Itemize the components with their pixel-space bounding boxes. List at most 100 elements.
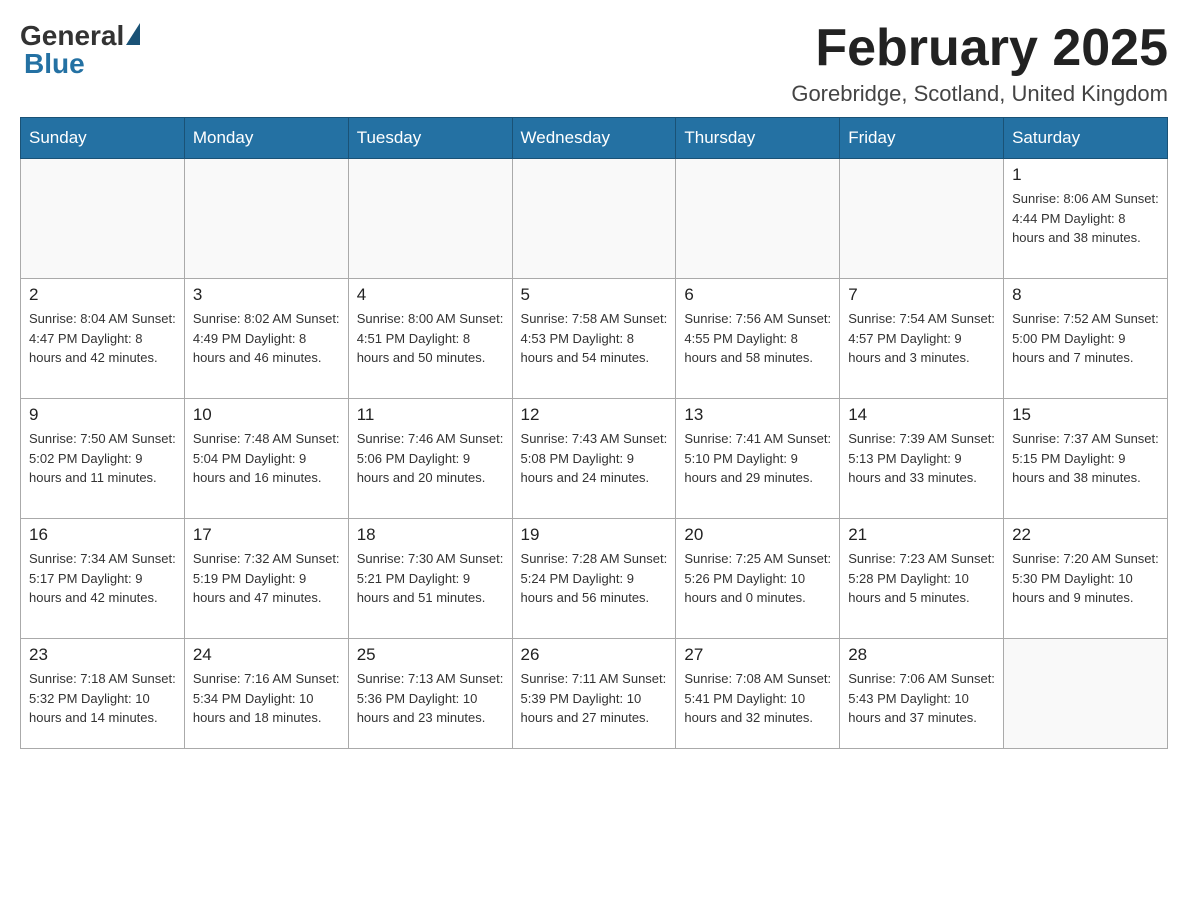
calendar-cell: 4Sunrise: 8:00 AM Sunset: 4:51 PM Daylig… [348,279,512,399]
day-number: 10 [193,405,340,425]
day-number: 20 [684,525,831,545]
weekday-header-thursday: Thursday [676,118,840,159]
day-info: Sunrise: 7:54 AM Sunset: 4:57 PM Dayligh… [848,309,995,368]
calendar-cell: 11 Sunrise: 7:46 AM Sunset: 5:06 PM Dayli… [348,399,512,519]
day-info: Sunrise: 7:20 AM Sunset: 5:30 PM Dayligh… [1012,549,1159,608]
calendar-cell [676,159,840,279]
month-title: February 2025 [791,20,1168,77]
day-number: 8 [1012,285,1159,305]
day-number: 1 [1012,165,1159,185]
day-info: Sunrise: 7:08 AM Sunset: 5:41 PM Dayligh… [684,669,831,728]
day-number: 26 [521,645,668,665]
day-info: Sunrise: 7:13 AM Sunset: 5:36 PM Dayligh… [357,669,504,728]
calendar-cell [512,159,676,279]
day-info: Sunrise: 7:28 AM Sunset: 5:24 PM Dayligh… [521,549,668,608]
calendar-cell: 6Sunrise: 7:56 AM Sunset: 4:55 PM Daylig… [676,279,840,399]
calendar-cell: 24Sunrise: 7:16 AM Sunset: 5:34 PM Dayli… [184,639,348,749]
day-number: 9 [29,405,176,425]
day-number: 12 [521,405,668,425]
page-header: General Blue February 2025 Gorebridge, S… [20,20,1168,107]
day-info: Sunrise: 7:39 AM Sunset: 5:13 PM Dayligh… [848,429,995,488]
logo-blue-text: Blue [20,48,85,80]
calendar-cell: 27 Sunrise: 7:08 AM Sunset: 5:41 PM Dayli… [676,639,840,749]
day-info: Sunrise: 7:11 AM Sunset: 5:39 PM Dayligh… [521,669,668,728]
day-info: Sunrise: 7:23 AM Sunset: 5:28 PM Dayligh… [848,549,995,608]
day-info: Sunrise: 7:32 AM Sunset: 5:19 PM Dayligh… [193,549,340,608]
calendar-cell: 10 Sunrise: 7:48 AM Sunset: 5:04 PM Dayli… [184,399,348,519]
day-info: Sunrise: 7:46 AM Sunset: 5:06 PM Dayligh… [357,429,504,488]
day-info: Sunrise: 7:50 AM Sunset: 5:02 PM Dayligh… [29,429,176,488]
day-number: 2 [29,285,176,305]
day-info: Sunrise: 8:06 AM Sunset: 4:44 PM Dayligh… [1012,189,1159,248]
calendar-cell [348,159,512,279]
calendar-cell: 25Sunrise: 7:13 AM Sunset: 5:36 PM Dayli… [348,639,512,749]
day-number: 6 [684,285,831,305]
week-row-4: 16 Sunrise: 7:34 AM Sunset: 5:17 PM Dayli… [21,519,1168,639]
calendar-cell: 2 Sunrise: 8:04 AM Sunset: 4:47 PM Daylig… [21,279,185,399]
calendar-cell: 8 Sunrise: 7:52 AM Sunset: 5:00 PM Daylig… [1004,279,1168,399]
day-number: 17 [193,525,340,545]
day-number: 11 [357,405,504,425]
day-number: 14 [848,405,995,425]
calendar-cell: 28 Sunrise: 7:06 AM Sunset: 5:43 PM Dayli… [840,639,1004,749]
day-info: Sunrise: 8:04 AM Sunset: 4:47 PM Dayligh… [29,309,176,368]
calendar-cell: 15 Sunrise: 7:37 AM Sunset: 5:15 PM Dayli… [1004,399,1168,519]
calendar-cell: 17 Sunrise: 7:32 AM Sunset: 5:19 PM Dayli… [184,519,348,639]
week-row-3: 9 Sunrise: 7:50 AM Sunset: 5:02 PM Daylig… [21,399,1168,519]
calendar-cell [184,159,348,279]
calendar-cell [840,159,1004,279]
day-info: Sunrise: 7:34 AM Sunset: 5:17 PM Dayligh… [29,549,176,608]
logo-triangle-icon [126,23,140,45]
day-info: Sunrise: 7:43 AM Sunset: 5:08 PM Dayligh… [521,429,668,488]
day-number: 4 [357,285,504,305]
logo: General Blue [20,20,140,80]
calendar-cell: 12 Sunrise: 7:43 AM Sunset: 5:08 PM Dayli… [512,399,676,519]
weekday-header-sunday: Sunday [21,118,185,159]
calendar-cell: 7 Sunrise: 7:54 AM Sunset: 4:57 PM Daylig… [840,279,1004,399]
day-number: 5 [521,285,668,305]
week-row-1: 1 Sunrise: 8:06 AM Sunset: 4:44 PM Daylig… [21,159,1168,279]
day-info: Sunrise: 7:30 AM Sunset: 5:21 PM Dayligh… [357,549,504,608]
calendar-cell: 5 Sunrise: 7:58 AM Sunset: 4:53 PM Daylig… [512,279,676,399]
weekday-header-tuesday: Tuesday [348,118,512,159]
calendar-cell: 13Sunrise: 7:41 AM Sunset: 5:10 PM Dayli… [676,399,840,519]
calendar-cell [21,159,185,279]
day-number: 7 [848,285,995,305]
calendar-cell: 3 Sunrise: 8:02 AM Sunset: 4:49 PM Daylig… [184,279,348,399]
location-text: Gorebridge, Scotland, United Kingdom [791,81,1168,107]
calendar-cell: 14 Sunrise: 7:39 AM Sunset: 5:13 PM Dayli… [840,399,1004,519]
weekday-header-friday: Friday [840,118,1004,159]
calendar-table: SundayMondayTuesdayWednesdayThursdayFrid… [20,117,1168,749]
calendar-cell: 23Sunrise: 7:18 AM Sunset: 5:32 PM Dayli… [21,639,185,749]
day-number: 3 [193,285,340,305]
calendar-cell: 19 Sunrise: 7:28 AM Sunset: 5:24 PM Dayli… [512,519,676,639]
day-info: Sunrise: 7:41 AM Sunset: 5:10 PM Dayligh… [684,429,831,488]
day-number: 28 [848,645,995,665]
day-number: 21 [848,525,995,545]
weekday-header-saturday: Saturday [1004,118,1168,159]
day-info: Sunrise: 7:58 AM Sunset: 4:53 PM Dayligh… [521,309,668,368]
calendar-cell: 9 Sunrise: 7:50 AM Sunset: 5:02 PM Daylig… [21,399,185,519]
calendar-cell: 18 Sunrise: 7:30 AM Sunset: 5:21 PM Dayli… [348,519,512,639]
day-info: Sunrise: 7:06 AM Sunset: 5:43 PM Dayligh… [848,669,995,728]
calendar-cell: 21 Sunrise: 7:23 AM Sunset: 5:28 PM Dayli… [840,519,1004,639]
weekday-header-row: SundayMondayTuesdayWednesdayThursdayFrid… [21,118,1168,159]
calendar-cell: 22Sunrise: 7:20 AM Sunset: 5:30 PM Dayli… [1004,519,1168,639]
day-info: Sunrise: 7:48 AM Sunset: 5:04 PM Dayligh… [193,429,340,488]
calendar-cell: 20Sunrise: 7:25 AM Sunset: 5:26 PM Dayli… [676,519,840,639]
day-info: Sunrise: 7:52 AM Sunset: 5:00 PM Dayligh… [1012,309,1159,368]
day-info: Sunrise: 8:02 AM Sunset: 4:49 PM Dayligh… [193,309,340,368]
week-row-2: 2 Sunrise: 8:04 AM Sunset: 4:47 PM Daylig… [21,279,1168,399]
calendar-cell: 16 Sunrise: 7:34 AM Sunset: 5:17 PM Dayli… [21,519,185,639]
day-info: Sunrise: 7:37 AM Sunset: 5:15 PM Dayligh… [1012,429,1159,488]
day-number: 16 [29,525,176,545]
day-number: 15 [1012,405,1159,425]
day-number: 23 [29,645,176,665]
title-block: February 2025 Gorebridge, Scotland, Unit… [791,20,1168,107]
day-number: 18 [357,525,504,545]
weekday-header-wednesday: Wednesday [512,118,676,159]
day-number: 27 [684,645,831,665]
day-number: 24 [193,645,340,665]
day-number: 19 [521,525,668,545]
calendar-cell: 26 Sunrise: 7:11 AM Sunset: 5:39 PM Dayli… [512,639,676,749]
